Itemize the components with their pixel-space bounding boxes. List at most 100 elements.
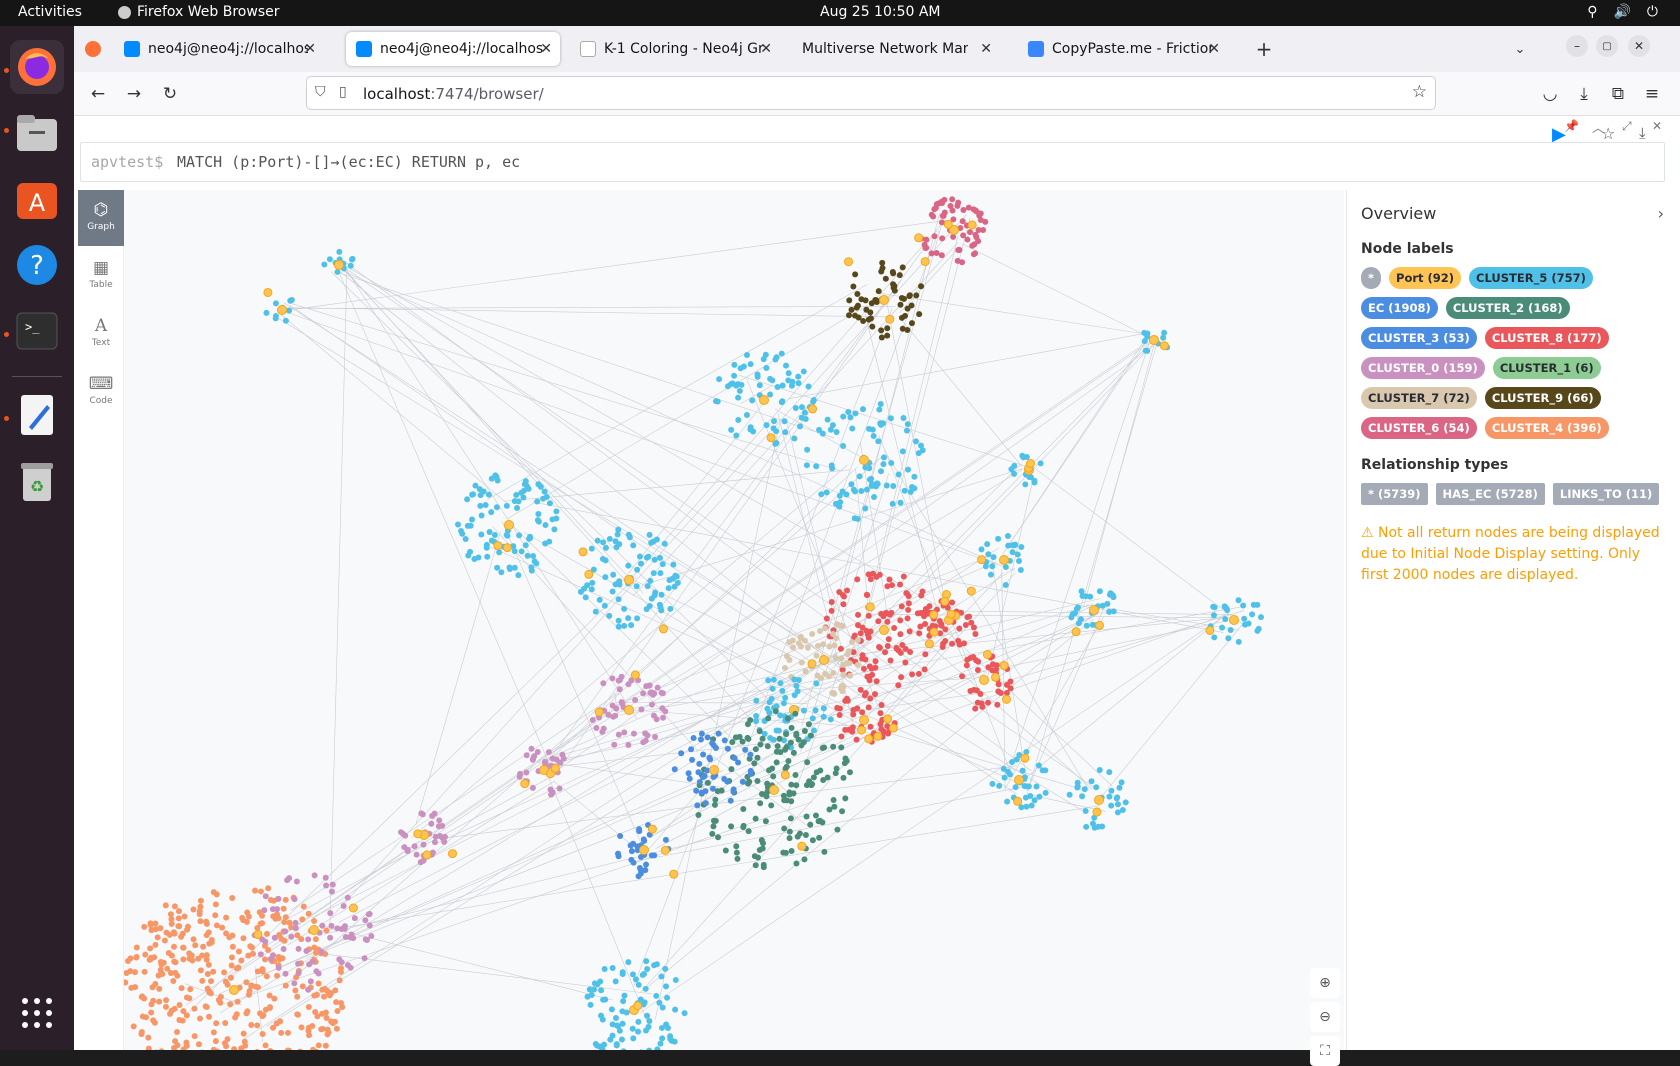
node-label-chip[interactable]: * xyxy=(1361,267,1381,289)
graph-node[interactable] xyxy=(801,856,807,862)
graph-node[interactable] xyxy=(779,688,785,694)
graph-node[interactable] xyxy=(131,1023,137,1029)
port-node[interactable] xyxy=(767,434,775,442)
graph-node[interactable] xyxy=(861,666,867,672)
graph-node[interactable] xyxy=(179,985,185,991)
graph-node[interactable] xyxy=(705,734,711,740)
graph-node[interactable] xyxy=(971,241,977,247)
graph-node[interactable] xyxy=(176,908,182,914)
graph-node[interactable] xyxy=(211,1029,217,1035)
graph-node[interactable] xyxy=(740,824,746,830)
graph-node[interactable] xyxy=(984,541,990,547)
graph-node[interactable] xyxy=(972,631,978,637)
graph-node[interactable] xyxy=(760,840,766,846)
graph-node[interactable] xyxy=(589,580,595,586)
graph-node[interactable] xyxy=(643,958,649,964)
graph-node[interactable] xyxy=(856,314,862,320)
graph-node[interactable] xyxy=(633,976,639,982)
graph-node[interactable] xyxy=(716,731,722,737)
graph-node[interactable] xyxy=(828,716,834,722)
graph-node[interactable] xyxy=(309,1023,315,1029)
graph-node[interactable] xyxy=(229,895,235,901)
graph-node[interactable] xyxy=(141,995,147,1001)
port-node[interactable] xyxy=(631,671,639,679)
port-node[interactable] xyxy=(349,904,357,912)
graph-node[interactable] xyxy=(663,983,669,989)
port-node[interactable] xyxy=(551,764,559,772)
graph-node[interactable] xyxy=(1004,799,1010,805)
node-cluster[interactable] xyxy=(1067,767,1129,831)
graph-node[interactable] xyxy=(1254,628,1260,634)
graph-node[interactable] xyxy=(1013,784,1019,790)
graph-node[interactable] xyxy=(833,770,839,776)
graph-node[interactable] xyxy=(918,443,924,449)
graph-node[interactable] xyxy=(667,1033,673,1039)
graph-node[interactable] xyxy=(638,706,644,712)
graph-node[interactable] xyxy=(829,599,835,605)
graph-node[interactable] xyxy=(362,955,368,961)
graph-node[interactable] xyxy=(273,313,279,319)
graph-node[interactable] xyxy=(610,1021,616,1027)
graph-node[interactable] xyxy=(141,924,147,930)
graph-node[interactable] xyxy=(884,325,890,331)
tab-table[interactable]: ▦ Table xyxy=(78,248,124,304)
node-label-chip[interactable]: CLUSTER_9 (66) xyxy=(1485,387,1601,409)
graph-node[interactable] xyxy=(696,761,702,767)
graph-node[interactable] xyxy=(786,657,792,663)
graph-node[interactable] xyxy=(306,961,312,967)
graph-node[interactable] xyxy=(659,705,665,711)
graph-node[interactable] xyxy=(782,418,788,424)
graph-node[interactable] xyxy=(745,721,751,727)
graph-node[interactable] xyxy=(329,889,335,895)
port-node[interactable] xyxy=(648,825,656,833)
graph-node[interactable] xyxy=(316,981,322,987)
graph-node[interactable] xyxy=(209,937,215,943)
graph-node[interactable] xyxy=(838,733,844,739)
graph-node[interactable] xyxy=(711,818,717,824)
graph-node[interactable] xyxy=(477,503,483,509)
graph-node[interactable] xyxy=(214,891,220,897)
port-node[interactable] xyxy=(1160,342,1168,350)
graph-node[interactable] xyxy=(1258,614,1264,620)
graph-node[interactable] xyxy=(644,555,650,561)
text-editor-icon[interactable] xyxy=(10,388,64,442)
graph-node[interactable] xyxy=(931,206,937,212)
graph-node[interactable] xyxy=(666,585,672,591)
graph-node[interactable] xyxy=(902,660,908,666)
graph-node[interactable] xyxy=(319,949,325,955)
graph-node[interactable] xyxy=(644,1013,650,1019)
graph-node[interactable] xyxy=(546,539,552,545)
graph-node[interactable] xyxy=(959,673,965,679)
graph-node[interactable] xyxy=(1115,809,1121,815)
port-node[interactable] xyxy=(866,603,874,611)
graph-node[interactable] xyxy=(641,836,647,842)
graph-node[interactable] xyxy=(199,978,205,984)
chevron-right-icon[interactable]: › xyxy=(1658,204,1664,223)
files-icon[interactable] xyxy=(10,106,64,160)
port-node[interactable] xyxy=(503,544,511,552)
graph-node[interactable] xyxy=(967,229,973,235)
graph-node[interactable] xyxy=(802,410,808,416)
graph-node[interactable] xyxy=(535,511,541,517)
port-node[interactable] xyxy=(1095,796,1104,805)
graph-node[interactable] xyxy=(145,1035,151,1041)
graph-node[interactable] xyxy=(797,423,803,429)
port-node[interactable] xyxy=(625,706,634,715)
graph-node[interactable] xyxy=(880,461,886,467)
node-label-chip[interactable]: EC (1908) xyxy=(1361,297,1438,319)
graph-node[interactable] xyxy=(1219,625,1225,631)
graph-node[interactable] xyxy=(1246,621,1252,627)
graph-node[interactable] xyxy=(754,778,760,784)
graph-node[interactable] xyxy=(273,300,279,306)
port-node[interactable] xyxy=(1093,808,1101,816)
graph-node[interactable] xyxy=(855,612,861,618)
graph-node[interactable] xyxy=(769,696,775,702)
graph-node[interactable] xyxy=(432,811,438,817)
graph-node[interactable] xyxy=(733,383,739,389)
tab-graph[interactable]: ⌬ Graph xyxy=(78,190,124,246)
graph-node[interactable] xyxy=(651,538,657,544)
graph-node[interactable] xyxy=(1038,460,1044,466)
graph-node[interactable] xyxy=(1029,802,1035,808)
graph-node[interactable] xyxy=(786,370,792,376)
graph-node[interactable] xyxy=(655,685,661,691)
